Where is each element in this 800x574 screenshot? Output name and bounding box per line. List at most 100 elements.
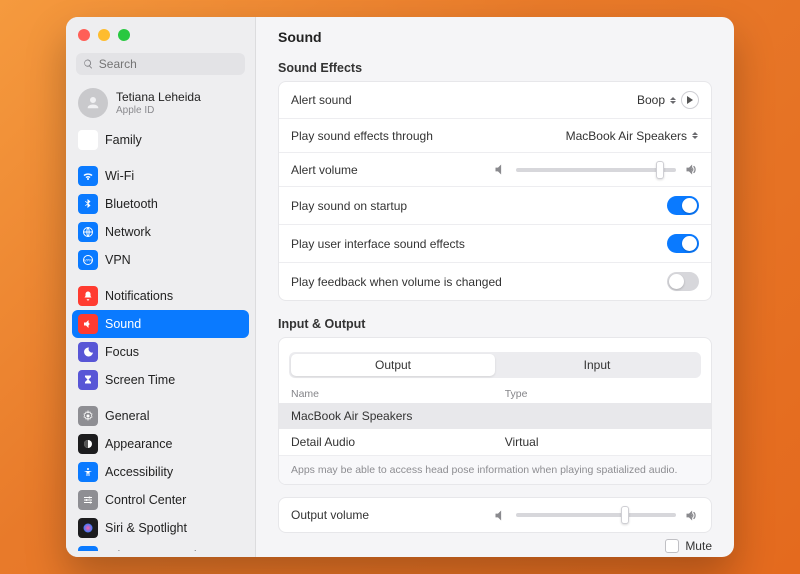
io-tabs: Output Input — [289, 352, 701, 378]
ui-sounds-toggle[interactable] — [667, 234, 699, 253]
gear-icon — [78, 406, 98, 426]
sidebar-item-screen-time[interactable]: Screen Time — [72, 366, 249, 394]
sidebar-item-label: Screen Time — [105, 373, 175, 387]
vpn-icon: VPN — [78, 250, 98, 270]
sliders-icon — [78, 490, 98, 510]
hourglass-icon — [78, 370, 98, 390]
speaker-low-icon — [493, 162, 508, 177]
output-volume-row: Output volume — [279, 498, 711, 532]
search-icon — [83, 58, 94, 70]
window-controls — [66, 17, 255, 49]
play-alert-button[interactable] — [681, 91, 699, 109]
sidebar-item-appearance[interactable]: Appearance — [72, 430, 249, 458]
sidebar-item-vpn[interactable]: VPN VPN — [72, 246, 249, 274]
sidebar-item-bluetooth[interactable]: Bluetooth — [72, 190, 249, 218]
wifi-icon — [78, 166, 98, 186]
svg-text:VPN: VPN — [84, 258, 92, 263]
volume-feedback-row: Play feedback when volume is changed — [279, 262, 711, 300]
volume-feedback-toggle[interactable] — [667, 272, 699, 291]
sidebar-item-label: General — [105, 409, 149, 423]
sidebar-item-label: Notifications — [105, 289, 173, 303]
close-window-button[interactable] — [78, 29, 90, 41]
content-scroll[interactable]: Sound Effects Alert sound Boop Play soun… — [256, 53, 734, 557]
bell-icon — [78, 286, 98, 306]
speaker-high-icon — [684, 508, 699, 523]
alert-sound-row: Alert sound Boop — [279, 82, 711, 118]
section-sound-effects: Sound Effects — [278, 61, 712, 75]
sidebar-item-label: Network — [105, 225, 151, 239]
sidebar-item-sound[interactable]: Sound — [72, 310, 249, 338]
sidebar-item-notifications[interactable]: Notifications — [72, 282, 249, 310]
search-field[interactable] — [76, 53, 245, 75]
settings-window: Tetiana Leheida Apple ID Family Wi-Fi Blue… — [66, 17, 734, 557]
sidebar-item-label: Appearance — [105, 437, 172, 451]
sidebar-item-focus[interactable]: Focus — [72, 338, 249, 366]
device-row[interactable]: Detail AudioVirtual — [279, 429, 711, 455]
mute-row: Mute — [278, 539, 712, 553]
output-volume-slider[interactable] — [516, 513, 676, 517]
output-volume-control — [493, 508, 699, 523]
speaker-high-icon — [684, 162, 699, 177]
startup-sound-row: Play sound on startup — [279, 186, 711, 224]
alert-sound-select[interactable]: Boop — [637, 93, 677, 107]
minimize-window-button[interactable] — [98, 29, 110, 41]
sound-effects-card: Alert sound Boop Play sound effects thro… — [278, 81, 712, 301]
io-card: Output Input Name Type MacBook Air Speak… — [278, 337, 712, 485]
sidebar-item-wi-fi[interactable]: Wi-Fi — [72, 162, 249, 190]
family-icon — [78, 130, 98, 150]
sidebar-item-label: Accessibility — [105, 465, 173, 479]
sidebar-item-label: Family — [105, 133, 142, 147]
mute-label: Mute — [685, 539, 712, 553]
chevron-updown-icon — [669, 94, 677, 107]
page-title: Sound — [256, 17, 734, 53]
sidebar-item-label: Privacy & Security — [105, 549, 206, 551]
account-row[interactable]: Tetiana Leheida Apple ID — [66, 85, 255, 126]
device-table: MacBook Air SpeakersDetail AudioVirtual — [279, 403, 711, 455]
access-icon — [78, 462, 98, 482]
bt-icon — [78, 194, 98, 214]
play-through-select[interactable]: MacBook Air Speakers — [566, 129, 699, 143]
zoom-window-button[interactable] — [118, 29, 130, 41]
sidebar-item-label: Control Center — [105, 493, 186, 507]
tab-input[interactable]: Input — [495, 354, 699, 376]
account-name: Tetiana Leheida — [116, 90, 201, 104]
alert-volume-control — [493, 162, 699, 177]
appearance-icon — [78, 434, 98, 454]
moon-icon — [78, 342, 98, 362]
startup-sound-toggle[interactable] — [667, 196, 699, 215]
output-volume-card: Output volume — [278, 497, 712, 533]
device-table-header: Name Type — [279, 384, 711, 403]
chevron-updown-icon — [691, 129, 699, 142]
sidebar-item-label: Sound — [105, 317, 141, 331]
sidebar-item-general[interactable]: General — [72, 402, 249, 430]
sidebar-item-accessibility[interactable]: Accessibility — [72, 458, 249, 486]
sidebar: Tetiana Leheida Apple ID Family Wi-Fi Blue… — [66, 17, 256, 557]
sidebar-item-label: Siri & Spotlight — [105, 521, 187, 535]
sidebar-nav: Family Wi-Fi Bluetooth Network VPN VPN Notific… — [66, 126, 255, 551]
globe-icon — [78, 222, 98, 242]
sidebar-item-siri-spotlight[interactable]: Siri & Spotlight — [72, 514, 249, 542]
alert-volume-row: Alert volume — [279, 152, 711, 186]
spatial-note: Apps may be able to access head pose inf… — [279, 455, 711, 484]
sidebar-item-label: VPN — [105, 253, 131, 267]
account-subtitle: Apple ID — [116, 105, 201, 116]
speaker-icon — [78, 314, 98, 334]
play-through-row: Play sound effects through MacBook Air S… — [279, 118, 711, 152]
avatar — [78, 88, 108, 118]
device-row[interactable]: MacBook Air Speakers — [279, 403, 711, 429]
speaker-low-icon — [493, 508, 508, 523]
alert-volume-slider[interactable] — [516, 168, 676, 172]
hand-icon — [78, 546, 98, 551]
ui-sounds-row: Play user interface sound effects — [279, 224, 711, 262]
tab-output[interactable]: Output — [291, 354, 495, 376]
section-io: Input & Output — [278, 317, 712, 331]
sidebar-item-control-center[interactable]: Control Center — [72, 486, 249, 514]
sidebar-item-label: Bluetooth — [105, 197, 158, 211]
siri-icon — [78, 518, 98, 538]
sidebar-item-label: Focus — [105, 345, 139, 359]
mute-checkbox[interactable] — [665, 539, 679, 553]
sidebar-item-family[interactable]: Family — [72, 126, 249, 154]
search-input[interactable] — [99, 57, 238, 71]
sidebar-item-privacy-security[interactable]: Privacy & Security — [72, 542, 249, 551]
sidebar-item-network[interactable]: Network — [72, 218, 249, 246]
